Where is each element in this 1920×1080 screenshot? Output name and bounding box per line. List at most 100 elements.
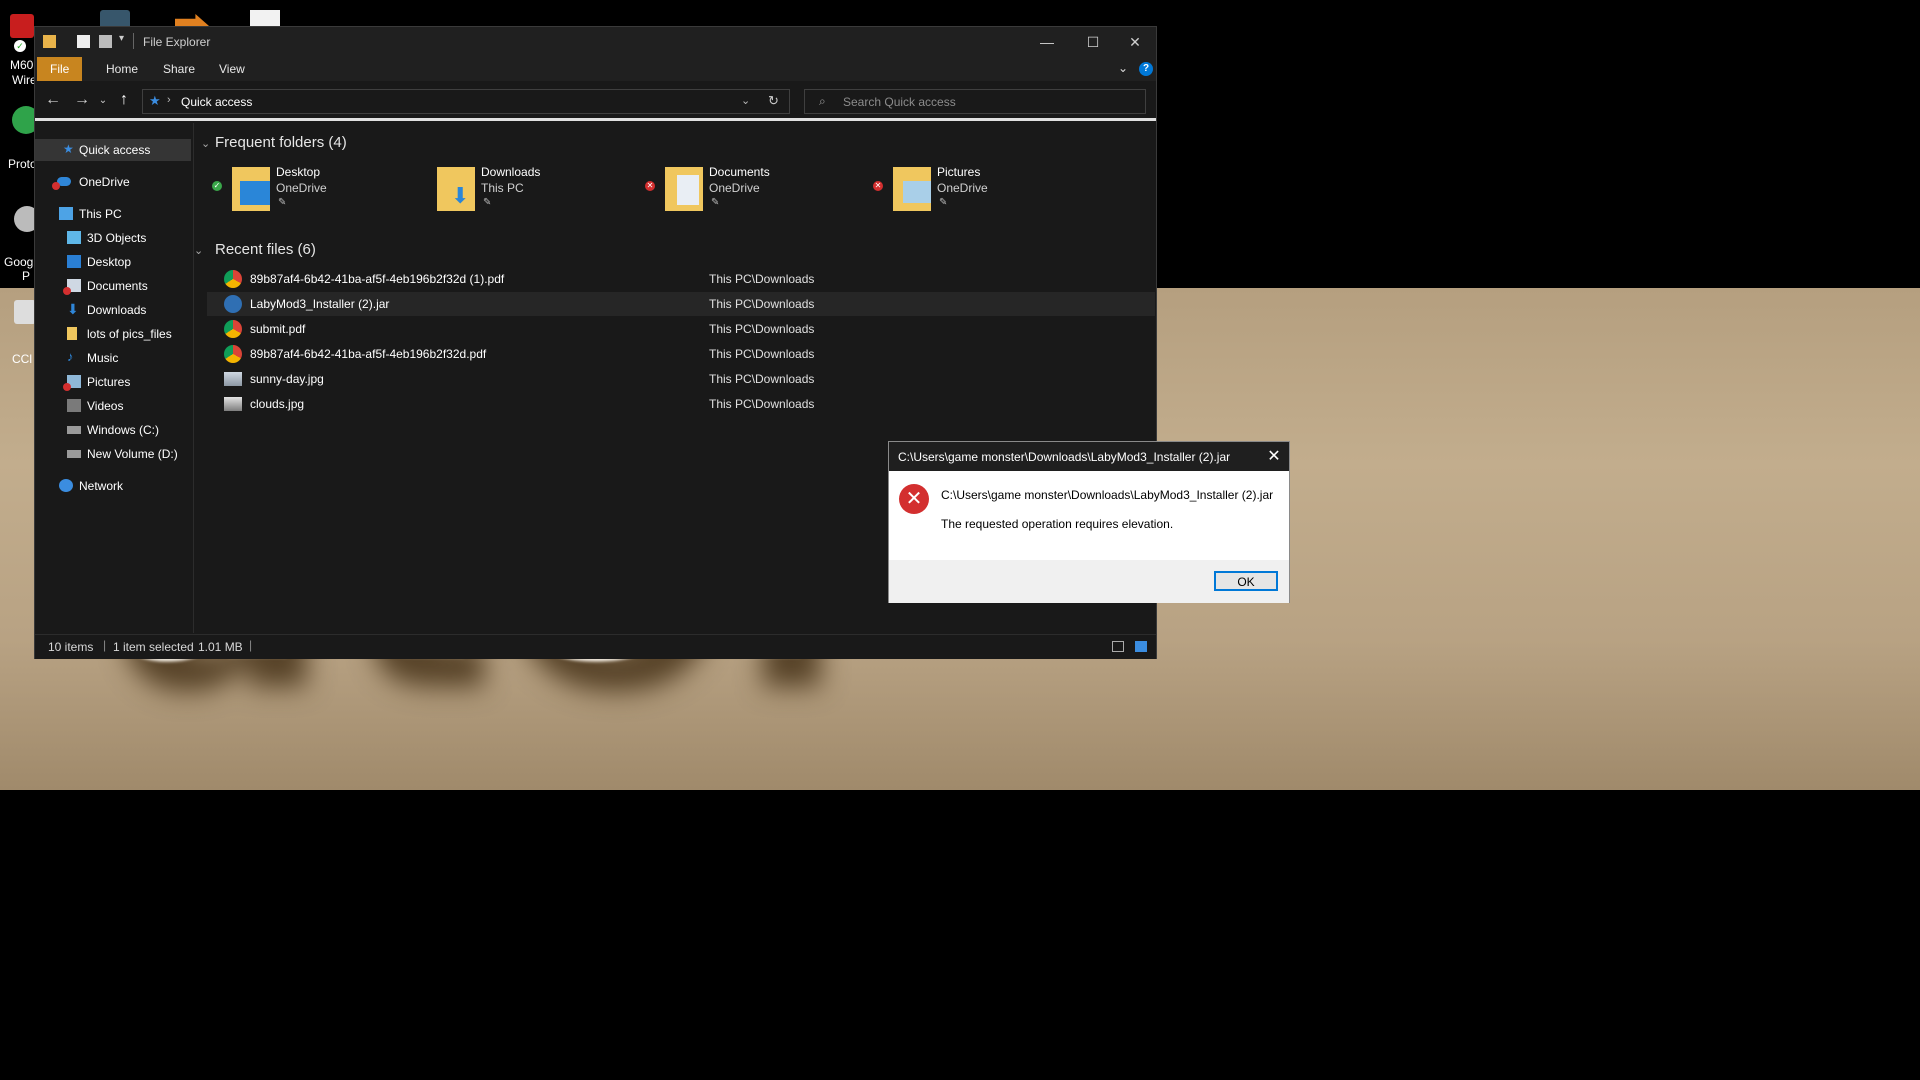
arrow-app-icon[interactable] — [175, 14, 209, 26]
error-icon: ✕ — [899, 484, 929, 514]
table-row[interactable]: submit.pdf This PC\Downloads — [207, 317, 1155, 341]
folder-tile-desktop[interactable]: ✓ Desktop OneDrive ✎ — [212, 163, 412, 219]
selection-count: 1 item selected — [113, 640, 194, 654]
minimize-button[interactable]: — — [1024, 27, 1070, 57]
table-row[interactable]: sunny-day.jpg This PC\Downloads — [207, 367, 1155, 391]
tab-share[interactable]: Share — [151, 57, 207, 81]
help-icon[interactable]: ? — [1139, 62, 1153, 76]
new-folder-icon[interactable] — [99, 35, 112, 48]
synced-check-icon: ✓ — [14, 40, 26, 52]
close-button[interactable]: ✕ — [1112, 27, 1158, 57]
document-file-icon[interactable] — [250, 10, 280, 26]
sidebar-item-downloads[interactable]: ⬇ Downloads — [35, 299, 191, 321]
error-status-icon — [63, 383, 71, 391]
ccleaner-icon[interactable] — [14, 300, 36, 324]
divider — [133, 33, 134, 49]
navigation-pane: ★ Quick access OneDrive This PC 3D Objec… — [35, 123, 194, 633]
title-bar[interactable]: ▾ File Explorer — ☐ ✕ — [35, 27, 1156, 57]
address-bar[interactable]: ★ › Quick access ⌄ ↻ — [142, 89, 790, 114]
address-text[interactable]: Quick access — [181, 95, 252, 109]
pin-icon: ✎ — [483, 197, 492, 208]
expand-ribbon-icon[interactable]: ⌄ — [1118, 61, 1128, 75]
sidebar-item-network[interactable]: Network — [35, 475, 191, 497]
sidebar-item-label: 3D Objects — [87, 231, 147, 245]
table-row[interactable]: LabyMod3_Installer (2).jar This PC\Downl… — [207, 292, 1155, 316]
desktop-icon — [67, 255, 81, 268]
ok-button[interactable]: OK — [1214, 571, 1278, 591]
sidebar-item-music[interactable]: ♪ Music — [35, 347, 191, 369]
sidebar-item-videos[interactable]: Videos — [35, 395, 191, 417]
recent-files-heading[interactable]: Recent files (6) — [215, 241, 316, 258]
app-icon[interactable] — [10, 14, 34, 38]
star-icon: ★ — [149, 93, 161, 108]
app-icon[interactable] — [100, 10, 130, 26]
sidebar-item-lots-of-pics[interactable]: lots of pics_files — [35, 323, 191, 345]
dialog-close-button[interactable]: ✕ — [1259, 442, 1289, 471]
navigation-bar: ← → ⌄ ↑ ★ › Quick access ⌄ ↻ ⌕ Search Qu… — [35, 83, 1156, 121]
back-arrow-icon[interactable]: ← — [43, 91, 63, 109]
table-row[interactable]: 89b87af4-6b42-41ba-af5f-4eb196b2f32d (1)… — [207, 267, 1155, 291]
chevron-down-icon[interactable]: ⌄ — [201, 137, 210, 150]
sidebar-item-label: New Volume (D:) — [87, 447, 178, 461]
maximize-button[interactable]: ☐ — [1070, 27, 1116, 57]
details-view-icon[interactable] — [1112, 641, 1124, 652]
dialog-path: C:\Users\game monster\Downloads\LabyMod3… — [941, 488, 1274, 502]
up-arrow-icon[interactable]: ↑ — [114, 91, 134, 109]
file-location: This PC\Downloads — [709, 272, 815, 286]
table-row[interactable]: 89b87af4-6b42-41ba-af5f-4eb196b2f32d.pdf… — [207, 342, 1155, 366]
tab-home[interactable]: Home — [94, 57, 150, 81]
sidebar-item-quick-access[interactable]: ★ Quick access — [35, 139, 191, 161]
tab-file[interactable]: File — [37, 57, 83, 81]
pin-icon: ✎ — [278, 197, 287, 208]
sidebar-item-pictures[interactable]: Pictures — [35, 371, 191, 393]
sidebar-item-label: Pictures — [87, 375, 131, 389]
search-box[interactable]: ⌕ Search Quick access — [804, 89, 1146, 114]
error-status-icon: ✕ — [873, 181, 883, 191]
tab-view[interactable]: View — [207, 57, 257, 81]
sidebar-item-label: Desktop — [87, 255, 132, 269]
folder-name: Documents — [709, 165, 770, 179]
cube-icon — [67, 231, 81, 244]
sidebar-item-onedrive[interactable]: OneDrive — [35, 171, 191, 193]
sidebar-item-new-volume-d[interactable]: New Volume (D:) — [35, 443, 191, 465]
desktop-icon-label[interactable]: Proto — [8, 157, 37, 171]
forward-arrow-icon[interactable]: → — [72, 91, 92, 109]
frequent-folders-heading[interactable]: Frequent folders (4) — [215, 134, 347, 151]
table-row[interactable]: clouds.jpg This PC\Downloads — [207, 392, 1155, 416]
refresh-icon[interactable]: ↻ — [768, 93, 779, 109]
folder-icon: ⬇ — [437, 167, 475, 211]
chevron-down-icon[interactable]: ⌄ — [194, 244, 203, 257]
sidebar-item-label: This PC — [79, 207, 122, 221]
desktop-icon-label[interactable]: CCl — [12, 352, 32, 366]
properties-icon[interactable] — [77, 35, 90, 48]
file-name: 89b87af4-6b42-41ba-af5f-4eb196b2f32d.pdf — [250, 347, 487, 361]
folder-tile-documents[interactable]: ✕ Documents OneDrive ✎ — [645, 163, 845, 219]
folder-tile-pictures[interactable]: ✕ Pictures OneDrive ✎ — [873, 163, 1073, 219]
customize-toolbar-icon[interactable]: ▾ — [119, 33, 124, 44]
desktop-icon-label[interactable]: Goog — [4, 255, 33, 269]
address-dropdown-icon[interactable]: ⌄ — [741, 94, 750, 107]
file-name: submit.pdf — [250, 322, 306, 336]
pin-icon: ✎ — [711, 197, 720, 208]
large-icons-view-icon[interactable] — [1135, 641, 1147, 652]
window-title: File Explorer — [143, 35, 211, 49]
sidebar-item-3d-objects[interactable]: 3D Objects — [35, 227, 191, 249]
desktop-icon-label[interactable]: P — [22, 269, 30, 283]
breadcrumb-chevron-icon[interactable]: › — [167, 94, 171, 106]
folder-icon — [43, 35, 56, 48]
recent-locations-icon[interactable]: ⌄ — [93, 95, 113, 106]
folder-icon — [893, 167, 931, 211]
folder-tile-downloads[interactable]: ⬇ Downloads This PC ✎ — [417, 163, 617, 219]
synced-check-icon: ✓ — [212, 181, 222, 191]
error-status-icon — [52, 182, 60, 190]
file-name: sunny-day.jpg — [250, 372, 324, 386]
sidebar-item-label: Videos — [87, 399, 124, 413]
sidebar-item-desktop[interactable]: Desktop — [35, 251, 191, 273]
sidebar-item-this-pc[interactable]: This PC — [35, 203, 191, 225]
desktop-icon-label[interactable]: M60 — [10, 58, 33, 72]
sidebar-item-documents[interactable]: Documents — [35, 275, 191, 297]
desktop-icon-label[interactable]: Wire — [12, 73, 37, 87]
search-placeholder[interactable]: Search Quick access — [843, 95, 956, 109]
sidebar-item-windows-c[interactable]: Windows (C:) — [35, 419, 191, 441]
error-status-icon — [63, 287, 71, 295]
